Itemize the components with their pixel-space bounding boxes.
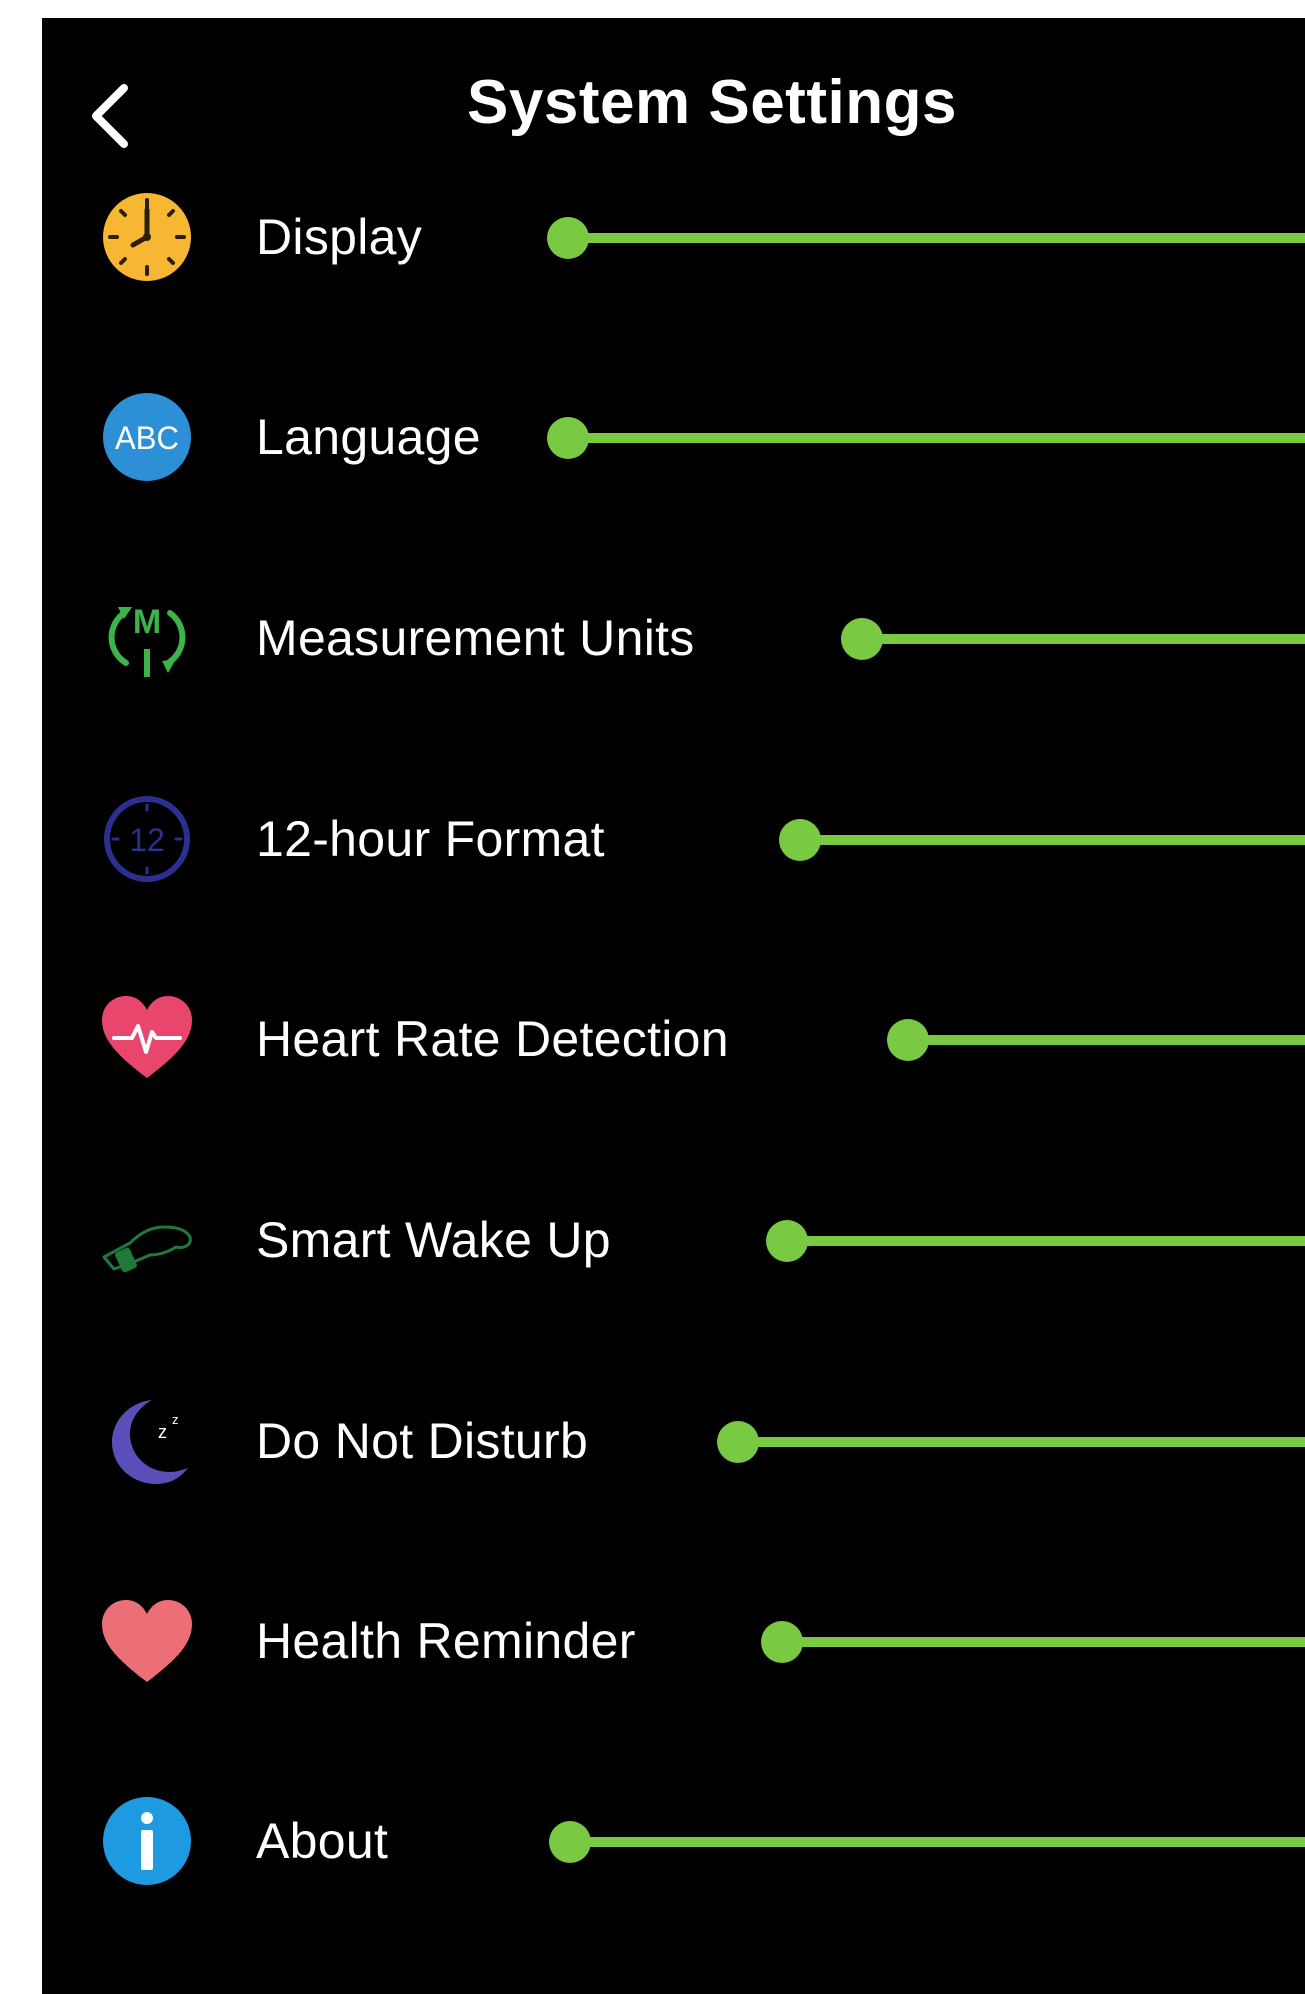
setting-item-measurement-units[interactable]: M Measurement Units (42, 567, 1305, 707)
callout-line-12-hour-format (779, 819, 1305, 861)
setting-label-smart-wake-up: Smart Wake Up (256, 1212, 611, 1268)
callout-line-heart-rate-detection (887, 1019, 1305, 1061)
callout-line-health-reminder (761, 1621, 1305, 1663)
setting-label-measurement-units: Measurement Units (256, 610, 695, 666)
svg-text:M: M (133, 603, 161, 641)
svg-text:ABC: ABC (115, 420, 179, 456)
setting-item-smart-wake-up[interactable]: Smart Wake Up (42, 1169, 1305, 1309)
info-icon (100, 1794, 194, 1888)
setting-label-do-not-disturb: Do Not Disturb (256, 1413, 589, 1469)
setting-item-do-not-disturb[interactable]: z z Do Not Disturb (42, 1370, 1305, 1510)
setting-label-heart-rate-detection: Heart Rate Detection (256, 1011, 729, 1067)
wrist-icon (100, 1193, 194, 1287)
setting-item-language[interactable]: ABC Language (42, 366, 1305, 506)
setting-label-12-hour-format: 12-hour Format (256, 811, 605, 867)
setting-item-heart-rate-detection[interactable]: Heart Rate Detection (42, 968, 1305, 1108)
page-title: System Settings (467, 68, 957, 137)
setting-item-12-hour-format[interactable]: 12 12-hour Format (42, 768, 1305, 908)
setting-item-about[interactable]: About (42, 1770, 1305, 1910)
setting-label-language: Language (256, 409, 481, 465)
setting-item-health-reminder[interactable]: Health Reminder (42, 1570, 1305, 1710)
measurement-units-icon: M (100, 591, 194, 685)
callout-line-smart-wake-up (766, 1220, 1305, 1262)
settings-screen: System Settings Display ABC Language M M… (42, 18, 1305, 1994)
twelve-hour-clock-icon: 12 (100, 792, 194, 886)
moon-icon: z z (100, 1394, 194, 1488)
clock-icon (100, 190, 194, 284)
callout-line-do-not-disturb (717, 1421, 1305, 1463)
setting-label-display: Display (256, 209, 423, 265)
abc-icon: ABC (100, 390, 194, 484)
setting-label-about: About (256, 1813, 389, 1869)
callout-line-display (547, 217, 1305, 259)
svg-text:12: 12 (129, 822, 165, 858)
heart-icon (100, 1594, 194, 1688)
callout-line-measurement-units (841, 618, 1305, 660)
svg-text:z: z (172, 1412, 179, 1427)
setting-item-display[interactable]: Display (42, 166, 1305, 306)
callout-line-about (549, 1821, 1305, 1863)
svg-text:z: z (158, 1422, 167, 1442)
setting-label-health-reminder: Health Reminder (256, 1613, 636, 1669)
heart-rate-icon (100, 992, 194, 1086)
callout-line-language (547, 417, 1305, 459)
